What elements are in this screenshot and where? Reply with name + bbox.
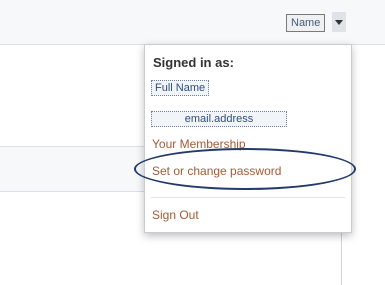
your-membership-link[interactable]: Your Membership bbox=[152, 137, 246, 151]
sign-out-link[interactable]: Sign Out bbox=[152, 208, 199, 222]
divider bbox=[341, 232, 342, 285]
full-name-value: Full Name bbox=[151, 80, 210, 96]
top-bar: Name bbox=[0, 0, 385, 45]
signed-in-label: Signed in as: bbox=[153, 55, 234, 70]
account-dropdown-menu: Signed in as: Full Name email.address Yo… bbox=[144, 44, 352, 233]
change-password-link[interactable]: Set or change password bbox=[152, 164, 281, 178]
menu-divider bbox=[151, 197, 345, 198]
background-panel bbox=[0, 147, 145, 192]
user-name-button[interactable]: Name bbox=[286, 14, 326, 32]
caret-down-icon[interactable] bbox=[332, 12, 346, 32]
email-value: email.address bbox=[151, 111, 287, 127]
